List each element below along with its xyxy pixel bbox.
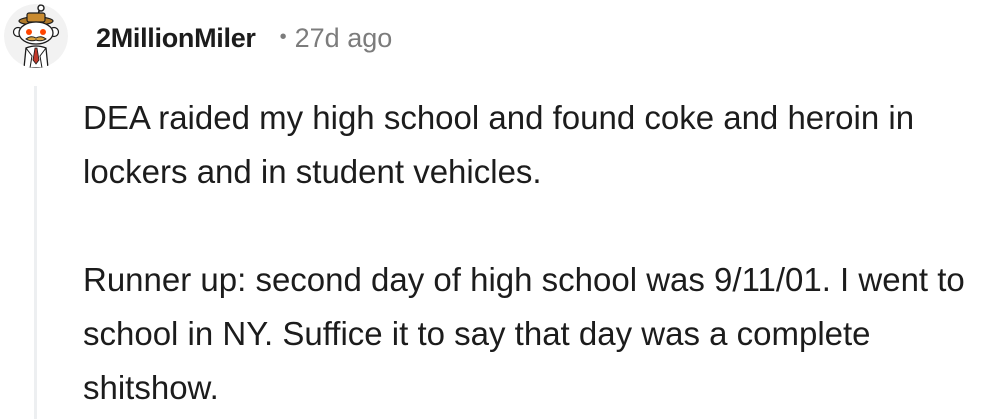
comment-paragraph: Runner up: second day of high school was…: [83, 261, 965, 406]
snoo-avatar-icon: [4, 4, 68, 68]
comment-paragraph: DEA raided my high school and found coke…: [83, 99, 915, 190]
comment-header: 2MillionMiler • 27d ago: [96, 20, 392, 56]
avatar[interactable]: [4, 4, 68, 68]
comment-body: DEA raided my high school and found coke…: [83, 91, 983, 415]
thread-line[interactable]: [34, 86, 37, 419]
meta-separator: •: [279, 25, 287, 48]
comment-timestamp[interactable]: 27d ago: [295, 23, 393, 54]
comment: 2MillionMiler • 27d ago DEA raided my hi…: [0, 0, 994, 419]
username-link[interactable]: 2MillionMiler: [96, 23, 256, 54]
